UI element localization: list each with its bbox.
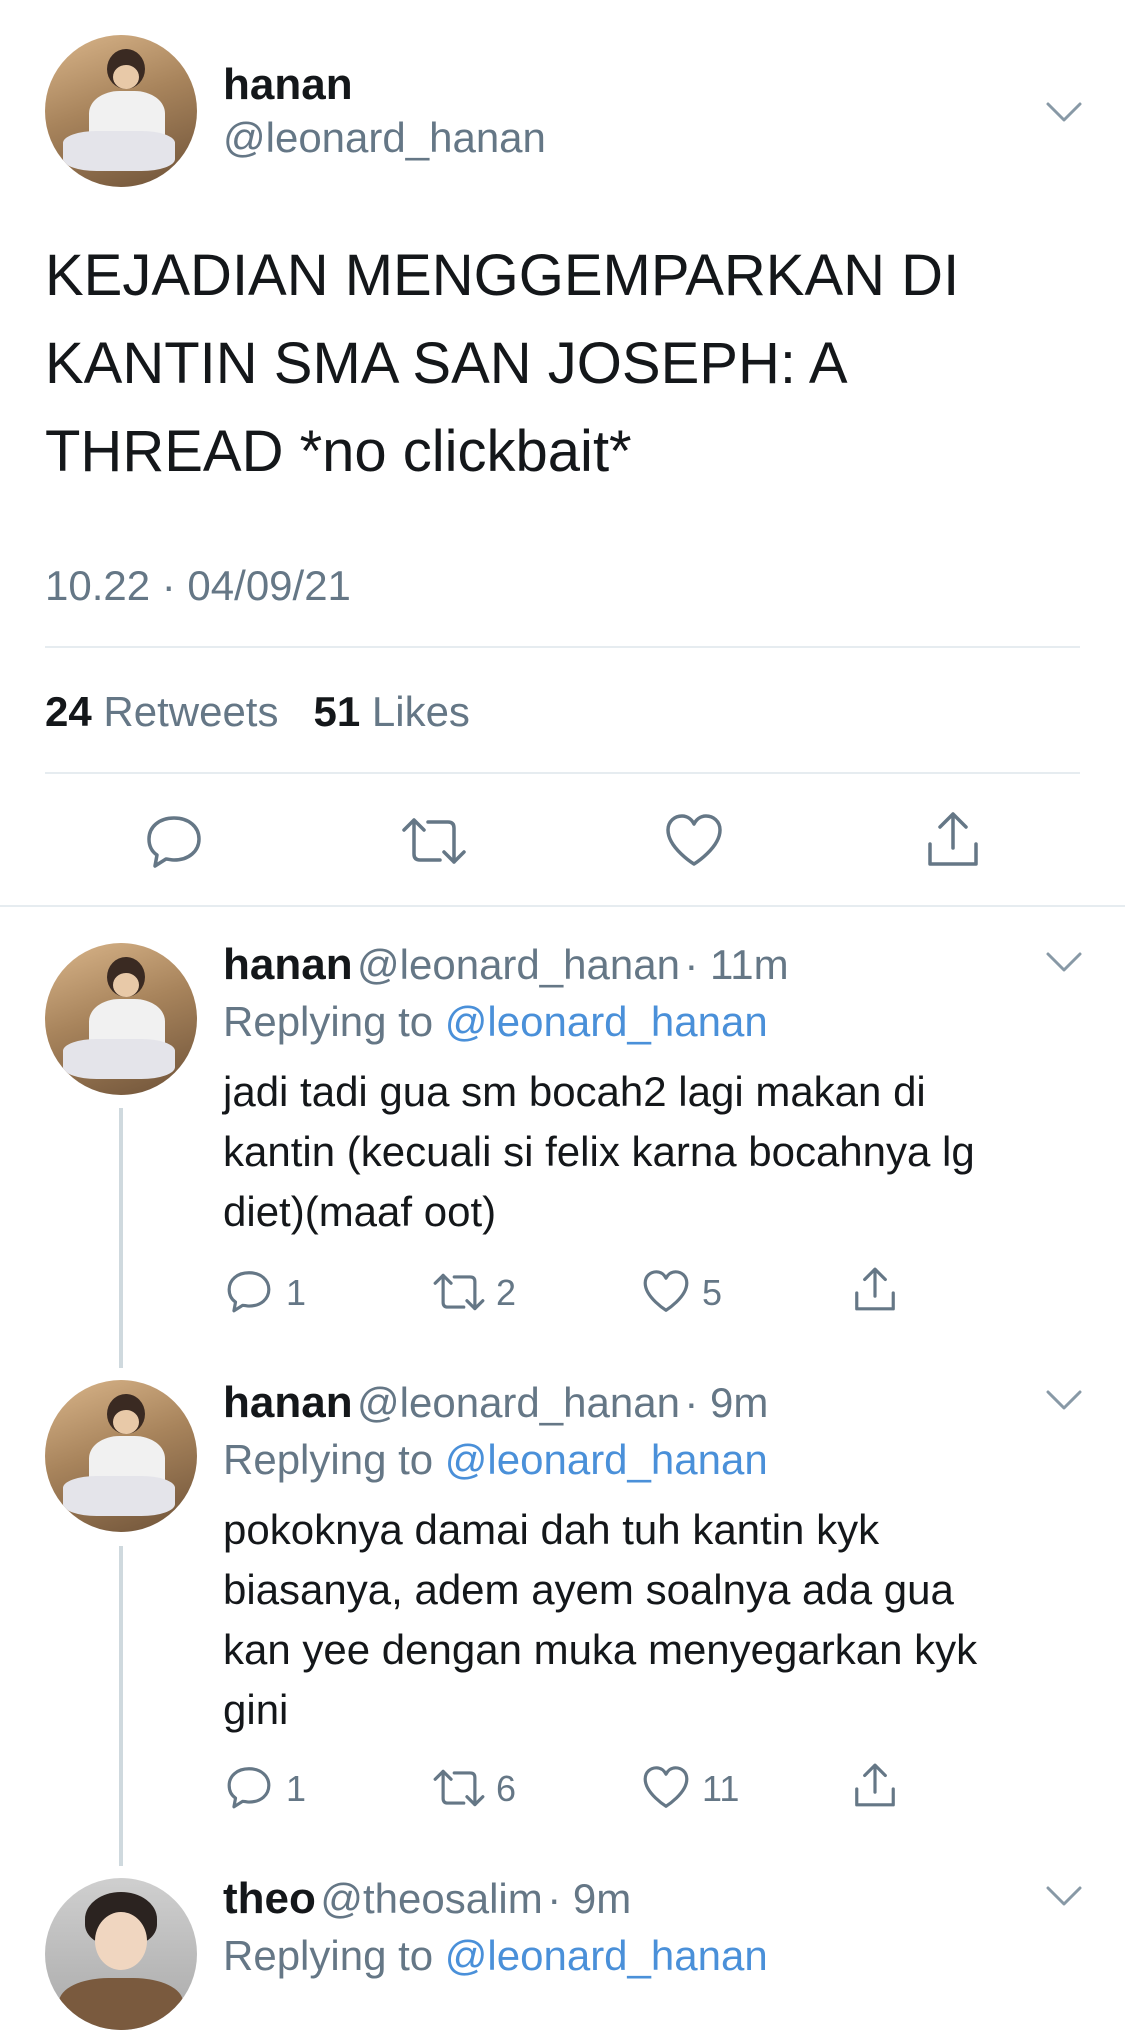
reply-text-line: diet)(maaf oot) [223, 1188, 497, 1235]
retweet-count: 6 [496, 1768, 517, 1809]
thread-line [119, 1546, 123, 1866]
like-icon[interactable] [642, 1268, 690, 1314]
thread-line [119, 1108, 123, 1368]
share-icon[interactable] [924, 808, 982, 870]
replying-to: Replying to @leonard_hanan [223, 1932, 768, 1980]
avatar[interactable] [45, 943, 197, 1095]
replying-to: Replying to @leonard_hanan [223, 998, 768, 1046]
retweet-icon[interactable] [400, 814, 468, 868]
reply-text-line: biasanya, adem ayem soalnya ada gua [223, 1566, 954, 1613]
reply-time[interactable]: · 9m [547, 1875, 631, 1922]
like-icon[interactable] [664, 812, 724, 868]
chevron-down-icon[interactable] [1044, 100, 1084, 124]
reply-time[interactable]: · 11m [684, 941, 788, 988]
reply-text: jadi tadi gua sm bocah2 lagi makan di ka… [223, 1062, 1073, 1242]
retweet-count: 2 [496, 1272, 517, 1313]
tweet-timestamp[interactable]: 10.22 · 04/09/21 [45, 562, 351, 610]
reply-text-line: gini [223, 1686, 289, 1733]
replying-label: Replying to [223, 1436, 434, 1483]
reply-count: 1 [286, 1768, 307, 1809]
reply-icon[interactable] [226, 1268, 272, 1314]
replying-to-link[interactable]: @leonard_hanan [445, 1436, 768, 1483]
author-name[interactable]: hanan [223, 60, 353, 110]
reply-icon[interactable] [145, 812, 203, 870]
author-name[interactable]: hanan [223, 940, 353, 989]
reply-icon[interactable] [226, 1764, 272, 1810]
author-handle[interactable]: @leonard_hanan [357, 941, 680, 988]
author-handle[interactable]: @theosalim [320, 1875, 542, 1922]
replying-to-link[interactable]: @leonard_hanan [445, 998, 768, 1045]
like-count: 11 [702, 1768, 740, 1809]
tweet-stats: 24 Retweets 51 Likes [45, 688, 470, 736]
avatar[interactable] [45, 1380, 197, 1532]
reply-time[interactable]: · 9m [684, 1379, 768, 1426]
share-icon[interactable] [852, 1760, 898, 1810]
reply-text-line: kan yee dengan muka menyegarkan kyk [223, 1626, 978, 1673]
author-name[interactable]: theo [223, 1874, 316, 1923]
avatar[interactable] [45, 35, 197, 187]
like-count: 5 [702, 1272, 723, 1313]
reply-header: theo @theosalim · 9m [223, 1874, 631, 1924]
chevron-down-icon[interactable] [1044, 1884, 1084, 1908]
retweet-icon[interactable] [432, 1766, 486, 1810]
retweets-label[interactable]: Retweets [103, 688, 278, 735]
reply-header: hanan @leonard_hanan · 11m [223, 940, 789, 990]
tweet-text-line: THREAD *no clickbait* [45, 419, 632, 484]
tweet-text-line: KEJADIAN MENGGEMPARKAN DI [45, 243, 960, 308]
author-name[interactable]: hanan [223, 1378, 353, 1427]
reply-text-line: pokoknya damai dah tuh kantin kyk [223, 1506, 880, 1553]
share-icon[interactable] [852, 1264, 898, 1314]
reply-text-line: kantin (kecuali si felix karna bocahnya … [223, 1128, 975, 1175]
divider [45, 646, 1080, 648]
reply-header: hanan @leonard_hanan · 9m [223, 1378, 768, 1428]
reply-text-line: jadi tadi gua sm bocah2 lagi makan di [223, 1068, 926, 1115]
tweet-text-line: KANTIN SMA SAN JOSEPH: A [45, 331, 848, 396]
author-handle[interactable]: @leonard_hanan [357, 1379, 680, 1426]
replying-to: Replying to @leonard_hanan [223, 1436, 768, 1484]
replying-to-link[interactable]: @leonard_hanan [445, 1932, 768, 1979]
likes-count[interactable]: 51 [313, 688, 360, 735]
retweets-count[interactable]: 24 [45, 688, 92, 735]
avatar[interactable] [45, 1878, 197, 2030]
likes-label[interactable]: Likes [372, 688, 470, 735]
divider [0, 905, 1125, 907]
chevron-down-icon[interactable] [1044, 1388, 1084, 1412]
divider [45, 772, 1080, 774]
retweet-icon[interactable] [432, 1270, 486, 1314]
author-handle[interactable]: @leonard_hanan [223, 114, 546, 162]
chevron-down-icon[interactable] [1044, 950, 1084, 974]
tweet-text: KEJADIAN MENGGEMPARKAN DI KANTIN SMA SAN… [45, 232, 1085, 496]
replying-label: Replying to [223, 1932, 434, 1979]
like-icon[interactable] [642, 1764, 690, 1810]
reply-count: 1 [286, 1272, 307, 1313]
reply-text: pokoknya damai dah tuh kantin kyk biasan… [223, 1500, 1073, 1740]
replying-label: Replying to [223, 998, 434, 1045]
